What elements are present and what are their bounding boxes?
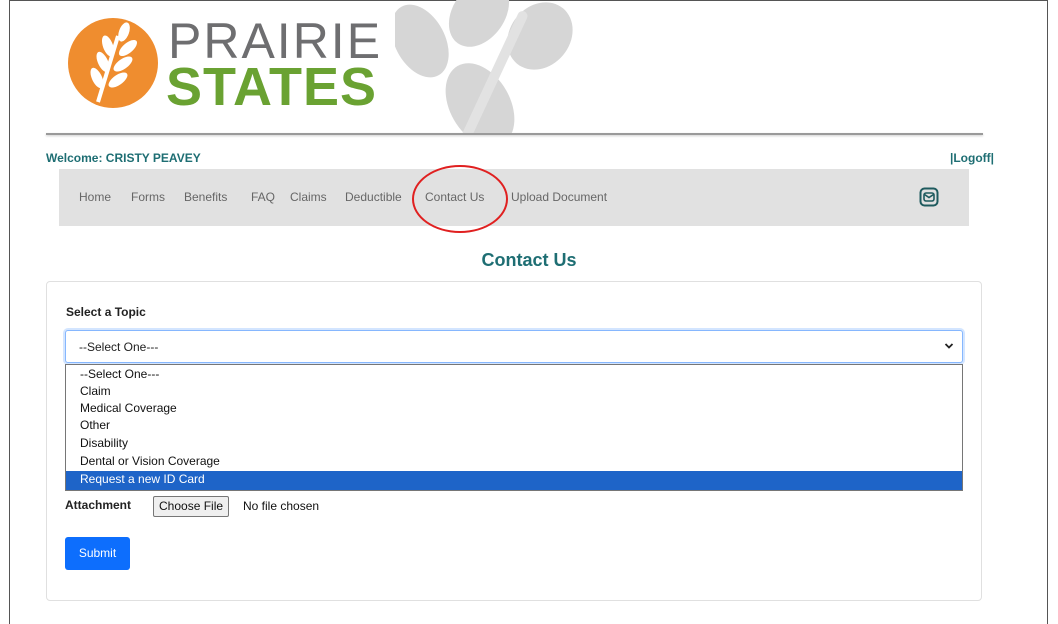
nav-home[interactable]: Home (79, 190, 111, 204)
nav-upload-document[interactable]: Upload Document (511, 190, 607, 204)
wheat-watermark (395, 0, 595, 134)
option-medical-coverage[interactable]: Medical Coverage (66, 400, 962, 416)
mail-icon[interactable] (919, 187, 939, 207)
option-select-one[interactable]: --Select One--- (66, 366, 962, 382)
chevron-down-icon (944, 343, 954, 349)
topic-dropdown-list: --Select One--- Claim Medical Coverage O… (65, 364, 963, 491)
welcome-text: Welcome: CRISTY PEAVEY (46, 151, 201, 165)
option-disability[interactable]: Disability (66, 435, 962, 451)
prairie-states-logo[interactable]: PRAIRIE STATES (68, 8, 380, 118)
file-status: No file chosen (243, 499, 320, 513)
nav-forms[interactable]: Forms (131, 190, 165, 204)
main-nav: Home Forms Benefits FAQ Claims Deductibl… (59, 169, 969, 226)
choose-file-button[interactable]: Choose File (153, 496, 230, 517)
annotation-circle (412, 165, 508, 233)
page-title: Contact Us (481, 250, 577, 270)
submit-button[interactable]: Submit (65, 537, 130, 570)
option-other[interactable]: Other (66, 417, 962, 433)
logo-text-states: STATES (166, 57, 378, 117)
topic-label: Select a Topic (66, 305, 146, 319)
option-dental-vision[interactable]: Dental or Vision Coverage (66, 453, 962, 469)
wheat-logo-icon (68, 18, 158, 108)
topic-select[interactable]: --Select One--- (65, 330, 963, 363)
attachment-label: Attachment (65, 498, 132, 512)
option-request-id-card[interactable]: Request a new ID Card (66, 471, 962, 490)
topic-select-value: --Select One--- (79, 340, 159, 354)
nav-claims[interactable]: Claims (290, 190, 327, 204)
nav-benefits[interactable]: Benefits (184, 190, 227, 204)
logoff-link[interactable]: |Logoff| (950, 151, 994, 165)
nav-faq[interactable]: FAQ (251, 190, 275, 204)
nav-deductible[interactable]: Deductible (345, 190, 402, 204)
option-claim[interactable]: Claim (66, 383, 962, 399)
header-divider (46, 133, 983, 135)
